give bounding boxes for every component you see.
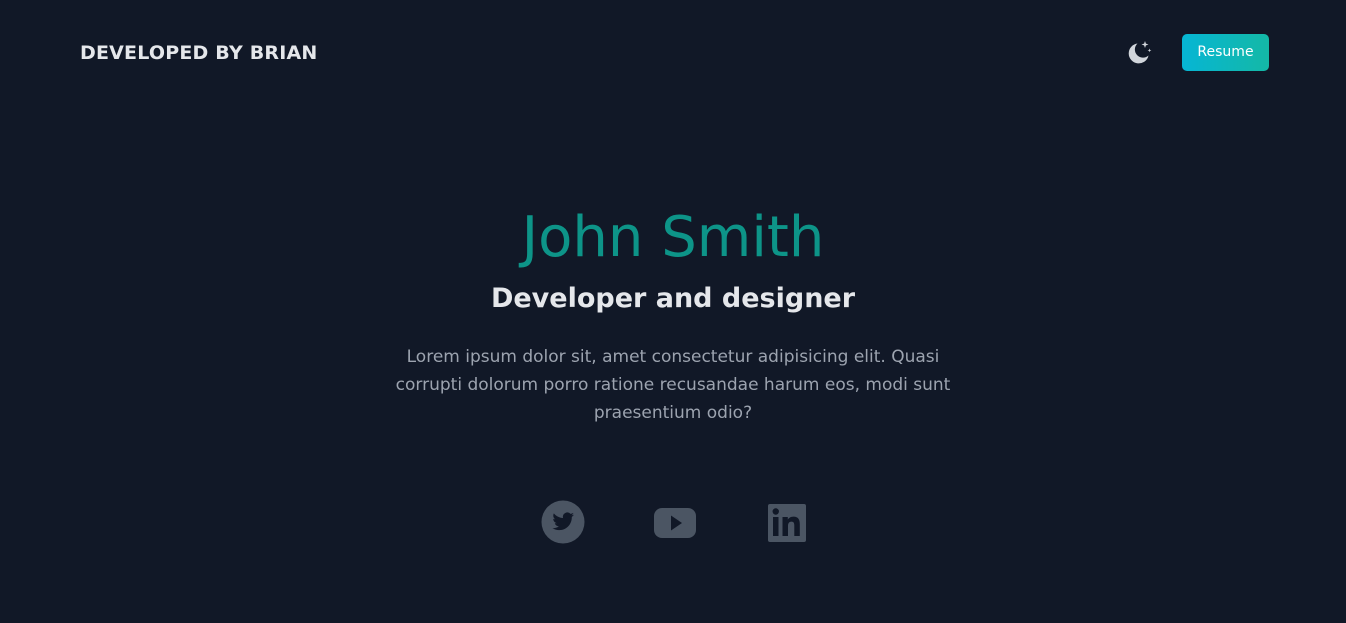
moon-stars-icon	[1128, 41, 1152, 64]
linkedin-icon	[768, 504, 806, 542]
hero-section: John Smith Developer and designer Lorem …	[0, 195, 1346, 427]
youtube-link[interactable]	[653, 500, 697, 544]
hero-role: Developer and designer	[490, 283, 856, 314]
hero-description: Lorem ipsum dolor sit, amet consectetur …	[395, 347, 951, 423]
social-links	[0, 500, 1346, 546]
linkedin-link[interactable]	[766, 500, 808, 544]
hero-name: John Smith	[521, 205, 825, 270]
site-brand[interactable]: DEVELOPED BY BRIAN	[80, 42, 318, 64]
resume-button[interactable]: Resume	[1182, 34, 1269, 71]
youtube-icon	[654, 508, 696, 538]
twitter-icon	[541, 500, 585, 544]
page: DEVELOPED BY BRIAN Resume John Smith Dev…	[0, 0, 1346, 623]
navbar: DEVELOPED BY BRIAN Resume	[0, 0, 1346, 108]
twitter-link[interactable]	[541, 500, 585, 544]
theme-toggle-button[interactable]	[1124, 38, 1154, 68]
